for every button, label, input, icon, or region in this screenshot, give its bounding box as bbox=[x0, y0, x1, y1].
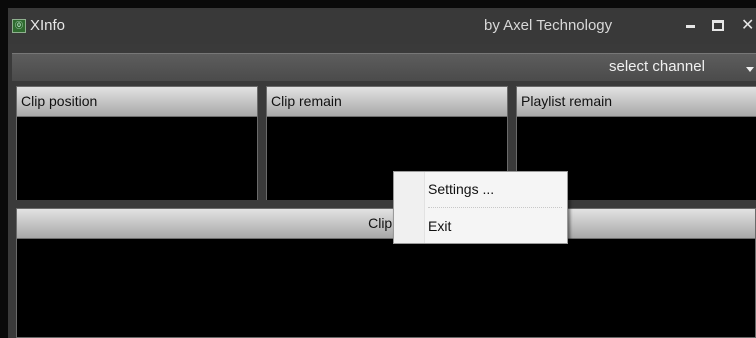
clip-remain-header: Clip remain bbox=[267, 87, 507, 117]
clip-position-panel: Clip position bbox=[16, 86, 258, 200]
clip-position-display bbox=[17, 117, 257, 200]
context-menu-gutter bbox=[394, 172, 425, 243]
app-window: ⓪ XInfo by Axel Technology ✕ select chan… bbox=[8, 8, 756, 338]
channel-select[interactable]: select channel bbox=[12, 53, 756, 81]
menu-separator bbox=[428, 207, 562, 208]
title-bar[interactable]: ⓪ XInfo by Axel Technology ✕ bbox=[8, 8, 756, 44]
channel-select-label[interactable]: select channel bbox=[609, 58, 705, 75]
maximize-icon[interactable] bbox=[712, 20, 724, 31]
window-title: XInfo bbox=[30, 17, 66, 34]
minimize-icon[interactable] bbox=[686, 25, 695, 28]
close-icon[interactable]: ✕ bbox=[741, 15, 754, 35]
context-menu: Settings ... Exit bbox=[393, 171, 568, 244]
vendor-label: by Axel Technology bbox=[484, 17, 613, 34]
clip-name-panel: Clip n bbox=[16, 208, 756, 338]
menu-item-exit[interactable]: Exit bbox=[428, 213, 563, 239]
clip-name-header: Clip n bbox=[17, 209, 755, 239]
clip-name-display bbox=[17, 239, 755, 337]
menu-item-settings[interactable]: Settings ... bbox=[428, 176, 563, 202]
app-icon[interactable]: ⓪ bbox=[12, 19, 26, 33]
clip-position-header: Clip position bbox=[17, 87, 257, 117]
playlist-remain-header: Playlist remain bbox=[517, 87, 756, 117]
chevron-down-icon[interactable] bbox=[746, 67, 754, 72]
